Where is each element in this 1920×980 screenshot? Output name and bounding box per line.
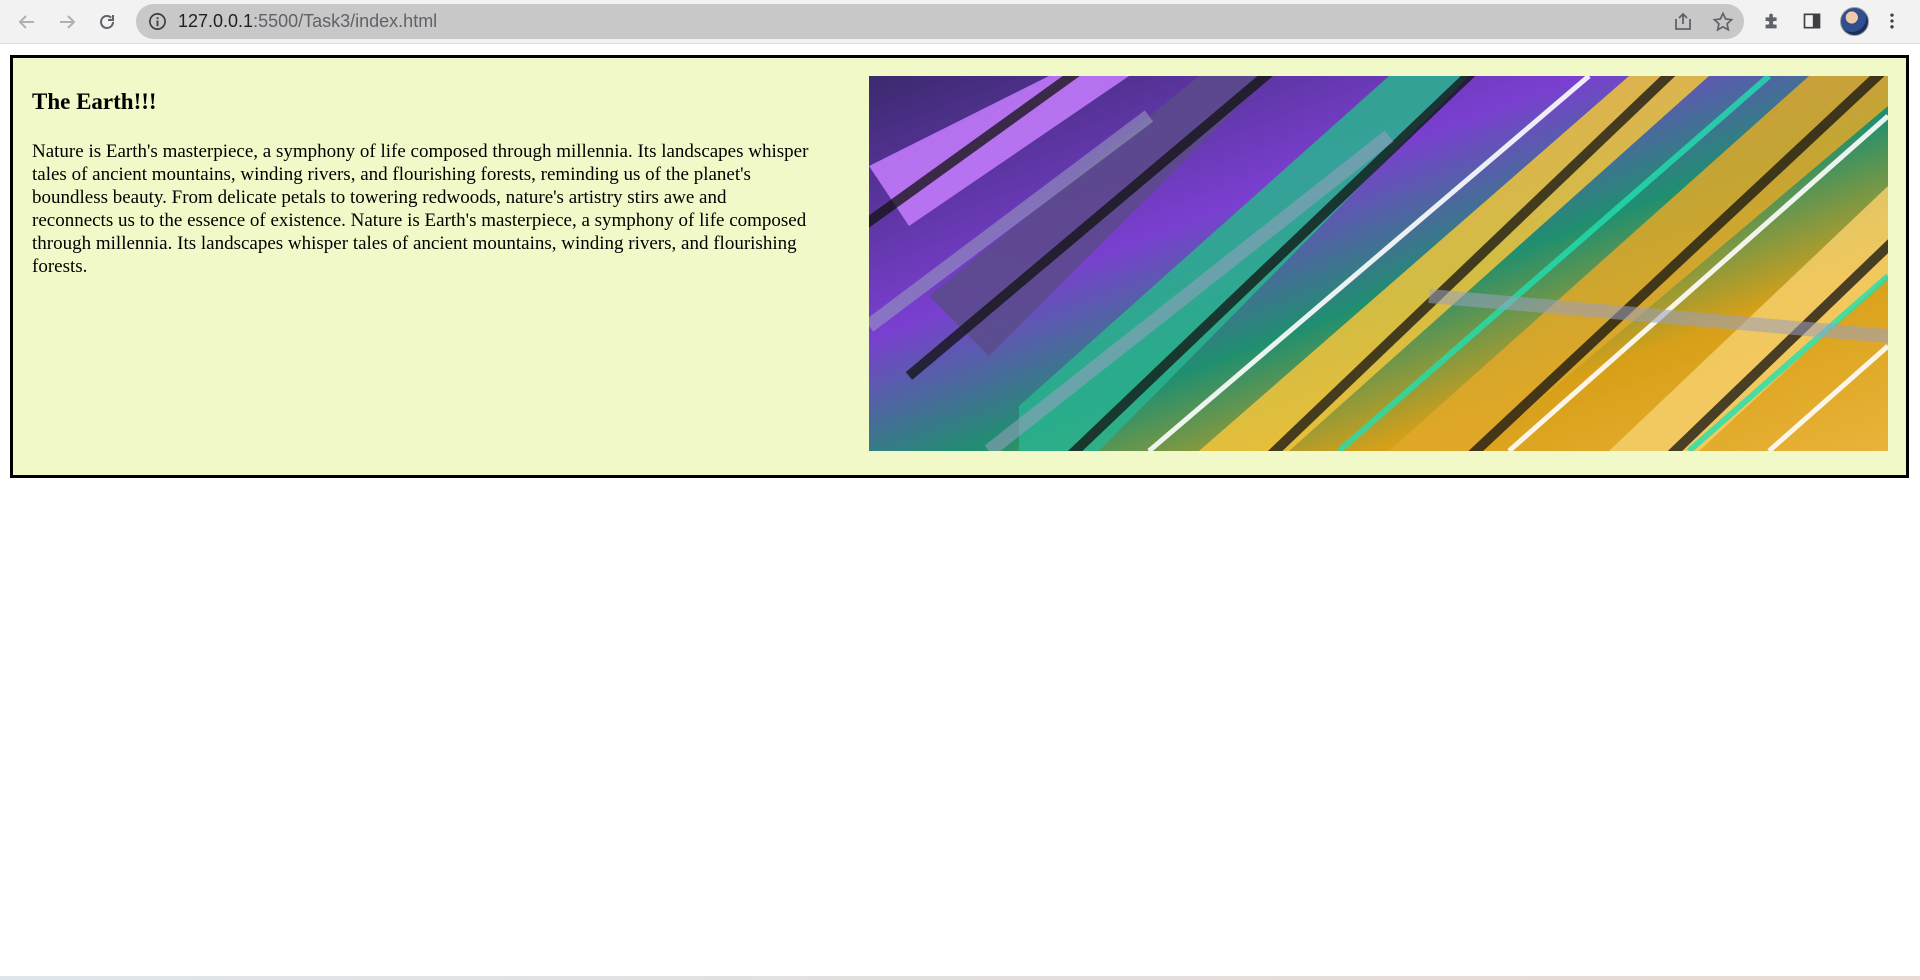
browser-toolbar: 127.0.0.1:5500/Task3/index.html [0,0,1920,44]
menu-button[interactable] [1880,9,1904,33]
architecture-image [869,76,1888,451]
forward-button[interactable] [52,7,82,37]
arrow-right-icon [60,15,76,29]
content-card: The Earth!!! Nature is Earth's masterpie… [10,55,1909,478]
side-panel-button[interactable] [1800,9,1824,33]
back-button[interactable] [12,7,42,37]
profile-avatar[interactable] [1840,7,1869,36]
url-text[interactable]: 127.0.0.1:5500/Task3/index.html [178,4,437,39]
info-icon[interactable] [148,12,167,31]
reload-button[interactable] [92,7,122,37]
share-icon[interactable] [1672,11,1694,33]
url-path: :5500/Task3/index.html [253,11,438,31]
arrow-left-icon [18,15,34,29]
page-heading: The Earth!!! [32,89,157,114]
address-bar[interactable]: 127.0.0.1:5500/Task3/index.html [136,4,1744,39]
taskbar-edge [0,976,1920,980]
extensions-button[interactable] [1760,9,1784,33]
glass-facade-photo [869,76,1888,451]
reload-icon [100,15,114,29]
nature-paragraph: Nature is Earth's masterpiece, a symphon… [32,141,809,277]
side-panel-icon [1803,13,1821,29]
puzzle-icon [1765,13,1777,29]
text-column: The Earth!!! Nature is Earth's masterpie… [32,80,812,278]
url-host: 127.0.0.1 [178,11,254,31]
kebab-menu-icon [1890,13,1894,29]
star-icon[interactable] [1712,11,1734,33]
